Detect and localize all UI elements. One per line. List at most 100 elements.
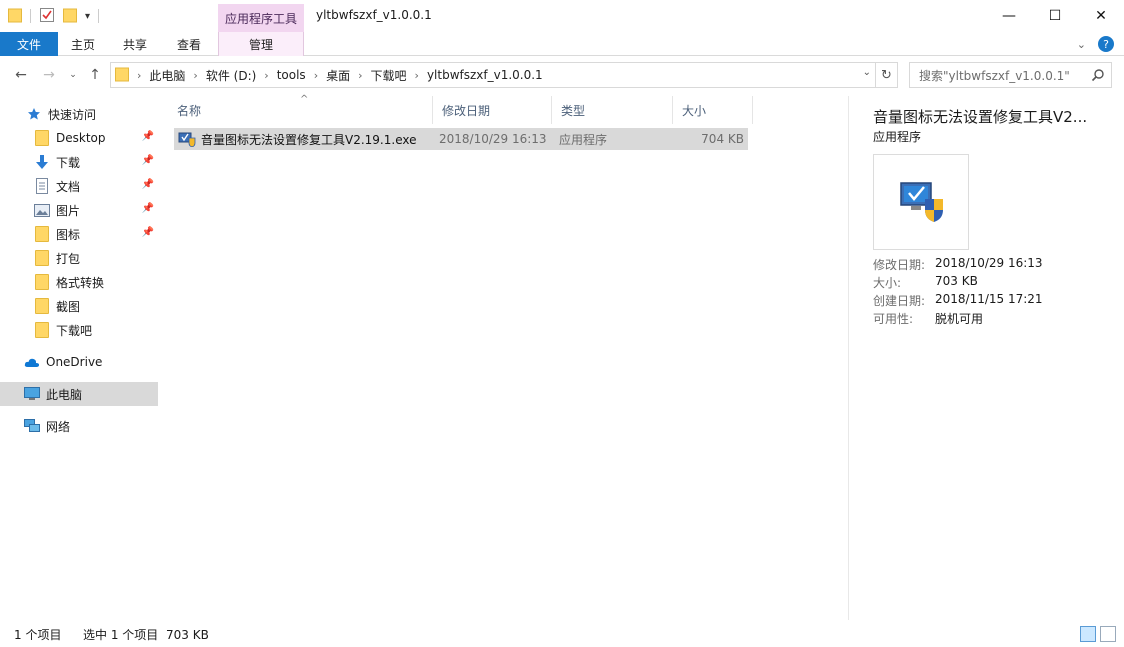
folder-icon	[34, 226, 50, 242]
folder-icon	[115, 66, 129, 85]
tab-home[interactable]: 主页	[60, 32, 106, 56]
nav-quick-access[interactable]: 快速访问	[0, 102, 158, 126]
customize-toolbar-icon[interactable]: ▾	[85, 11, 90, 22]
pictures-icon	[34, 202, 50, 218]
breadcrumb-xiazaiba[interactable]: 下载吧	[371, 67, 407, 84]
nav-item-label: 下载吧	[56, 323, 93, 338]
nav-this-pc-label: 此电脑	[46, 387, 83, 402]
nav-item-label: 截图	[56, 299, 81, 314]
property-value: 2018/11/15 17:21	[935, 292, 1043, 306]
nav-item-pictures[interactable]: 图片 📌	[0, 198, 158, 222]
chevron-right-icon[interactable]: ›	[193, 69, 197, 82]
application-icon	[897, 179, 945, 226]
file-type: 应用程序	[559, 132, 608, 147]
nav-item-label: 图片	[56, 203, 81, 218]
column-header-date[interactable]: 修改日期	[433, 96, 552, 124]
breadcrumb-desktop[interactable]: 桌面	[326, 67, 350, 84]
download-arrow-icon	[34, 154, 50, 170]
recent-locations-icon[interactable]: ⌄	[64, 66, 82, 84]
window-title: yltbwfszxf_v1.0.0.1	[316, 8, 432, 22]
forward-arrow-icon[interactable]: →	[40, 66, 58, 84]
breadcrumb-this-pc[interactable]: 此电脑	[149, 67, 185, 84]
up-arrow-icon[interactable]: ↑	[86, 66, 104, 84]
folder-icon	[34, 130, 50, 146]
cloud-icon	[24, 354, 40, 370]
pin-icon[interactable]: 📌	[142, 227, 154, 238]
tab-file[interactable]: 文件	[0, 32, 58, 56]
property-row: 可用性: 脱机可用	[873, 310, 1043, 328]
window-controls: — ☐ ✕	[986, 0, 1124, 32]
address-bar[interactable]: › 此电脑 › 软件 (D:) › tools › 桌面 › 下载吧 › ylt…	[110, 62, 876, 88]
chevron-right-icon[interactable]: ›	[358, 69, 362, 82]
property-key: 创建日期:	[873, 294, 926, 308]
details-view-icon[interactable]	[1080, 626, 1096, 642]
pin-icon[interactable]: 📌	[142, 155, 154, 166]
application-icon	[178, 131, 196, 147]
chevron-right-icon[interactable]: ›	[137, 69, 141, 82]
nav-item-downloads[interactable]: 下载 📌	[0, 150, 158, 174]
property-key: 大小:	[873, 276, 902, 290]
context-tab-group-label: 应用程序工具	[218, 4, 304, 32]
large-icons-view-icon[interactable]	[1100, 626, 1116, 642]
pin-icon[interactable]: 📌	[142, 179, 154, 190]
refresh-icon[interactable]: ↻	[876, 62, 898, 88]
toolbar-divider	[98, 9, 100, 23]
document-icon	[34, 178, 50, 194]
computer-icon	[24, 386, 40, 402]
nav-onedrive[interactable]: OneDrive	[0, 350, 158, 374]
address-dropdown-icon[interactable]: ⌄	[863, 67, 871, 78]
back-arrow-icon[interactable]: ←	[12, 66, 30, 84]
nav-item-label: 下载	[56, 155, 81, 170]
nav-item-label: 图标	[56, 227, 81, 242]
tab-manage[interactable]: 管理	[218, 32, 304, 56]
nav-network[interactable]: 网络	[0, 414, 158, 438]
view-toggle	[1080, 626, 1116, 642]
new-folder-icon[interactable]	[63, 7, 77, 26]
star-icon	[26, 106, 42, 122]
navigation-row: ← → ⌄ ↑ › 此电脑 › 软件 (D:) › tools › 桌面 › 下…	[0, 60, 1124, 90]
breadcrumb-drive-d[interactable]: 软件 (D:)	[206, 67, 256, 84]
nav-item-packing[interactable]: 打包	[0, 246, 158, 270]
column-header-size[interactable]: 大小	[673, 96, 753, 124]
breadcrumb-current-folder[interactable]: yltbwfszxf_v1.0.0.1	[427, 68, 543, 82]
property-row: 大小: 703 KB	[873, 274, 1043, 292]
maximize-button[interactable]: ☐	[1032, 0, 1078, 32]
property-value: 脱机可用	[935, 312, 984, 326]
search-placeholder: 搜索"yltbwfszxf_v1.0.0.1"	[919, 68, 1070, 83]
preview-thumbnail	[873, 154, 969, 250]
chevron-right-icon[interactable]: ›	[415, 69, 419, 82]
breadcrumb-tools[interactable]: tools	[277, 68, 306, 82]
table-row[interactable]: 音量图标无法设置修复工具V2.19.1.exe 2018/10/29 16:13…	[174, 128, 748, 150]
nav-item-xiazaiba[interactable]: 下载吧	[0, 318, 158, 342]
chevron-right-icon[interactable]: ›	[264, 69, 268, 82]
quick-access-toolbar: ▾	[8, 6, 100, 26]
search-input[interactable]: 搜索"yltbwfszxf_v1.0.0.1"	[909, 62, 1112, 88]
nav-item-desktop[interactable]: Desktop 📌	[0, 126, 158, 150]
nav-item-icons[interactable]: 图标 📌	[0, 222, 158, 246]
column-header-type[interactable]: 类型	[552, 96, 673, 124]
property-value: 2018/10/29 16:13	[935, 256, 1043, 270]
nav-this-pc[interactable]: 此电脑	[0, 382, 158, 406]
property-row: 创建日期: 2018/11/15 17:21	[873, 292, 1043, 310]
nav-onedrive-label: OneDrive	[46, 355, 103, 369]
properties-icon[interactable]	[39, 7, 55, 26]
chevron-right-icon[interactable]: ›	[314, 69, 318, 82]
tab-share[interactable]: 共享	[112, 32, 158, 56]
pin-icon[interactable]: 📌	[142, 131, 154, 142]
tab-view[interactable]: 查看	[164, 32, 214, 56]
folder-icon	[8, 7, 22, 26]
nav-item-screenshots[interactable]: 截图	[0, 294, 158, 318]
help-icon[interactable]: ?	[1098, 36, 1114, 52]
nav-quick-access-label: 快速访问	[48, 107, 97, 122]
minimize-button[interactable]: —	[986, 0, 1032, 32]
expand-ribbon-icon[interactable]: ⌄	[1077, 38, 1086, 51]
nav-item-format-convert[interactable]: 格式转换	[0, 270, 158, 294]
column-header-name[interactable]: 名称	[168, 96, 433, 124]
pin-icon[interactable]: 📌	[142, 203, 154, 214]
nav-item-label: 文档	[56, 179, 81, 194]
close-button[interactable]: ✕	[1078, 0, 1124, 32]
file-size: 704 KB	[701, 132, 744, 146]
search-icon[interactable]	[1091, 68, 1105, 85]
preview-properties: 修改日期: 2018/10/29 16:13 大小: 703 KB 创建日期: …	[873, 256, 1043, 328]
nav-item-documents[interactable]: 文档 📌	[0, 174, 158, 198]
